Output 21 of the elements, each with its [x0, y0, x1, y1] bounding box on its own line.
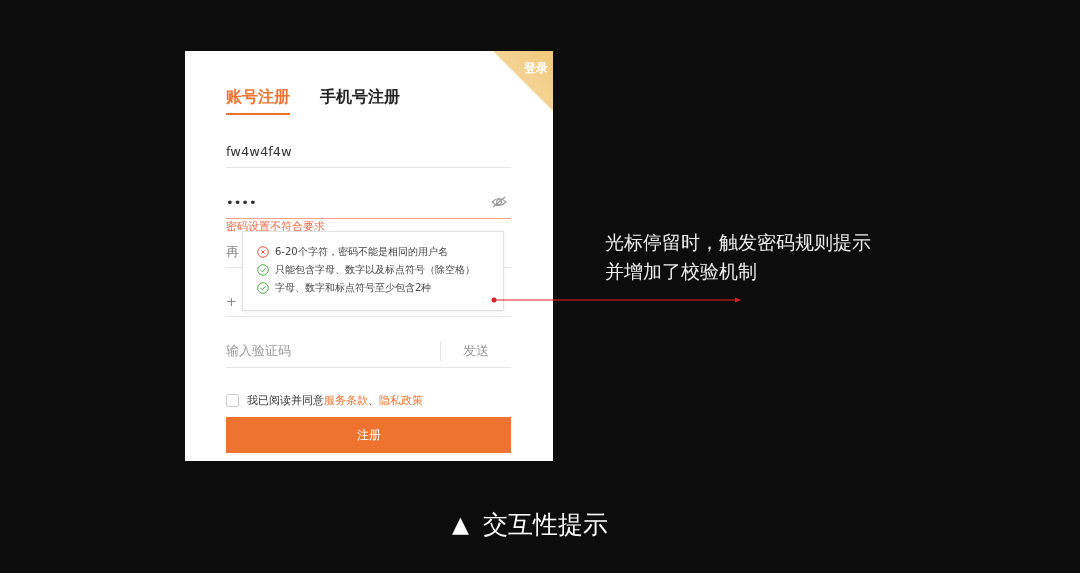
checkbox[interactable]: [226, 394, 239, 407]
agreement-text: 我已阅读并同意服务条款、隐私政策: [247, 393, 423, 408]
rule-text: 字母、数字和标点符号至少包含2种: [275, 281, 432, 295]
password-value: ••••: [226, 194, 257, 210]
password-field[interactable]: ••••: [226, 186, 511, 219]
annotation-text: 光标停留时，触发密码规则提示 并增加了校验机制: [605, 230, 871, 284]
tab[interactable]: 账号注册: [226, 87, 290, 115]
code-field[interactable]: 输入验证码 发送: [226, 335, 511, 368]
triangle-icon: ▲: [452, 512, 469, 537]
terms-link[interactable]: 服务条款: [324, 394, 368, 407]
privacy-link[interactable]: 隐私政策: [379, 394, 423, 407]
register-button[interactable]: 注册: [226, 417, 511, 453]
eye-hidden-icon[interactable]: [491, 196, 507, 208]
send-button[interactable]: 发送: [441, 342, 511, 360]
username-field[interactable]: fw4w4f4w: [226, 135, 511, 168]
tab[interactable]: 手机号注册: [320, 87, 400, 115]
code-placeholder: 输入验证码: [226, 342, 292, 360]
rule-text: 6-20个字符，密码不能是相同的用户名: [275, 245, 448, 259]
caption: 交互性提示: [482, 509, 608, 541]
error-message: 密码设置不符合要求: [226, 219, 326, 235]
rule-text: 只能包含字母、数字以及标点符号（除空格）: [275, 263, 475, 277]
